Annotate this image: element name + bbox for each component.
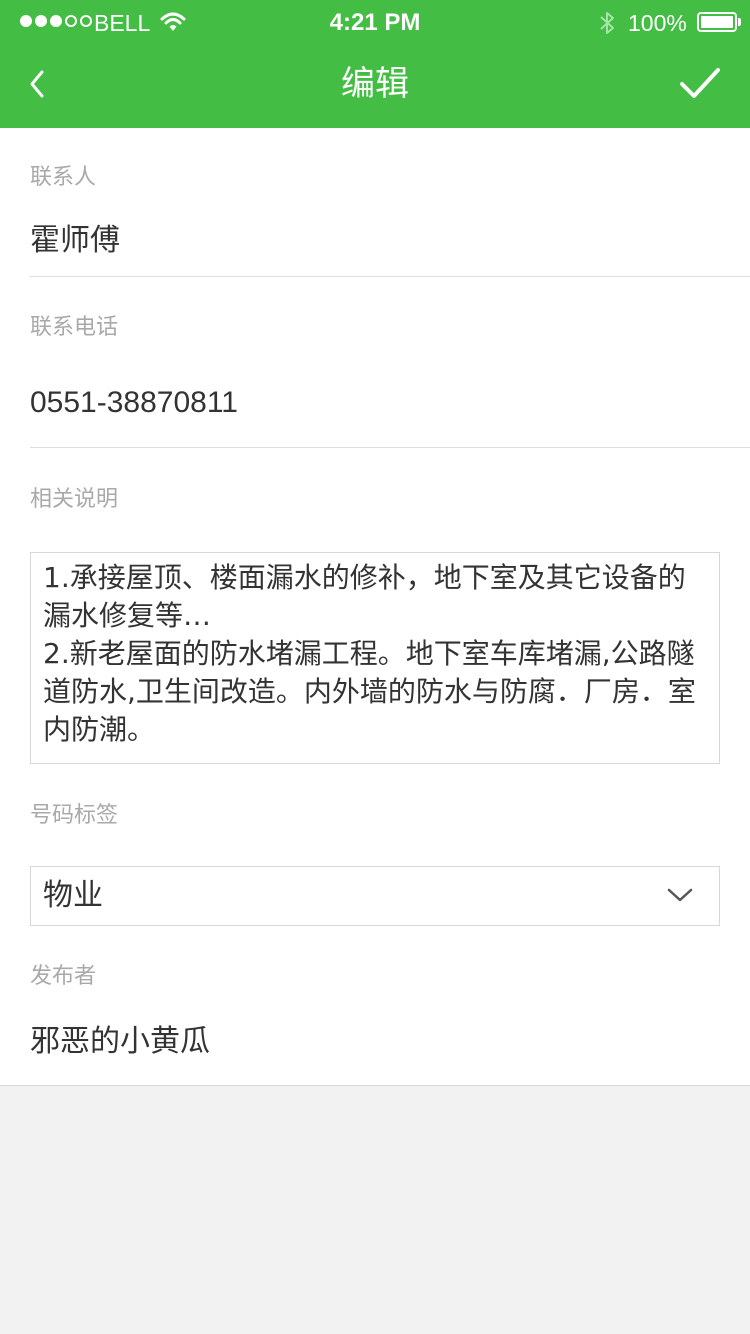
chevron-down-icon — [667, 888, 693, 902]
battery-icon — [697, 12, 741, 32]
publisher-value: 邪恶的小黄瓜 — [30, 1024, 210, 1059]
contact-label: 联系人 — [30, 165, 97, 190]
navigation-bar: 编辑 — [0, 44, 750, 128]
battery-percentage: 100% — [628, 10, 687, 36]
publisher-label: 发布者 — [30, 964, 97, 989]
status-bar: BELL 4:21 PM 100% — [0, 0, 750, 44]
phone-label: 联系电话 — [30, 315, 119, 340]
phone-field[interactable]: 0551-38870811 — [30, 383, 238, 423]
app-header: BELL 4:21 PM 100% 编辑 — [0, 0, 750, 128]
edit-form: 联系人 霍师傅 联系电话 0551-38870811 相关说明 1.承接屋顶、楼… — [0, 128, 750, 1086]
page-title: 编辑 — [341, 64, 409, 104]
confirm-button[interactable] — [676, 64, 724, 104]
description-textarea[interactable]: 1.承接屋顶、楼面漏水的修补，地下室及其它设备的漏水修复等… 2.新老屋面的防水… — [30, 552, 720, 764]
divider — [30, 447, 750, 448]
tag-select[interactable]: 物业 — [30, 866, 720, 926]
tag-select-value: 物业 — [43, 878, 103, 913]
contact-field[interactable]: 霍师傅 — [30, 221, 120, 261]
tag-label: 号码标签 — [30, 803, 119, 828]
bluetooth-icon — [600, 12, 614, 34]
divider — [30, 276, 750, 277]
description-label: 相关说明 — [30, 487, 119, 512]
